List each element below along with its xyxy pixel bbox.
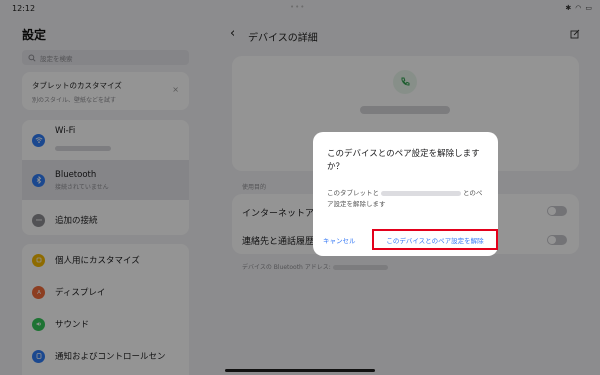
dialog-message: このタブレットと とのペア設定を解除します (327, 188, 487, 210)
cancel-button[interactable]: キャンセル (323, 235, 356, 245)
device-name-redacted (381, 190, 461, 196)
modal-backdrop[interactable] (0, 0, 600, 375)
dialog-title: このデバイスとのペア設定を解除しますか？ (327, 149, 480, 172)
home-indicator[interactable] (225, 369, 375, 372)
unpair-confirm-button[interactable]: このデバイスとのペア設定を解除 (372, 229, 498, 250)
unpair-dialog: このデバイスとのペア設定を解除しますか？ このタブレットと とのペア設定を解除しま… (313, 132, 498, 256)
dialog-message-prefix: このタブレットと (327, 189, 379, 197)
